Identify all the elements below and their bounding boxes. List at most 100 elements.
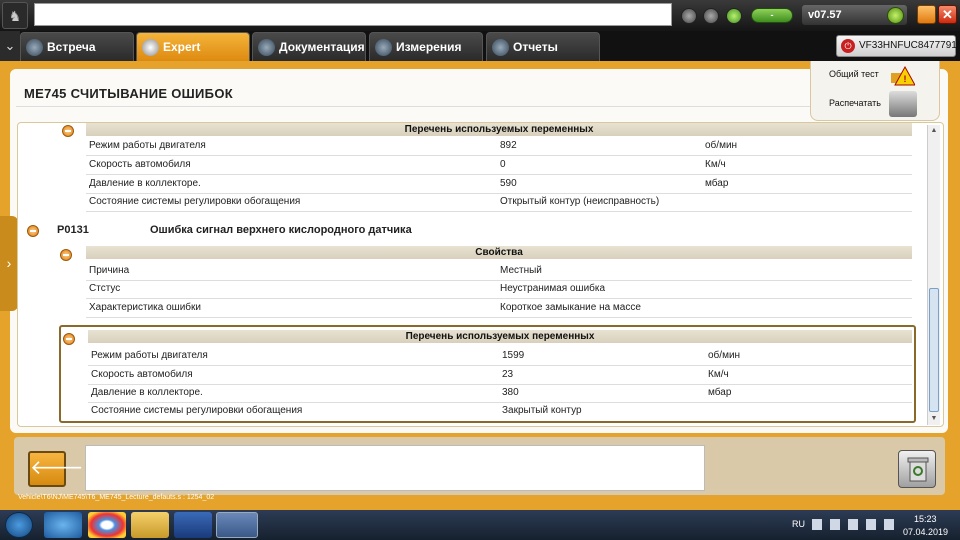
table-row: Давление в коллекторе. 380 мбар — [88, 384, 912, 403]
vertical-scrollbar[interactable]: ▲ ▼ — [927, 125, 940, 425]
internet-explorer-icon[interactable] — [44, 512, 82, 538]
table-row: Состояние системы регулировки обогащения… — [86, 193, 912, 212]
scroll-down-icon[interactable]: ▼ — [928, 413, 940, 425]
network-icon[interactable] — [848, 519, 858, 530]
side-expand-handle[interactable]: › — [0, 216, 18, 311]
waveform-icon — [375, 39, 392, 56]
param-value: 380 — [502, 387, 519, 398]
power-red-icon: ⏻ — [841, 39, 855, 53]
param-name: Состояние системы регулировки обогащения — [89, 196, 301, 207]
tool-panel: Общий тест ! Распечатать — [810, 61, 940, 121]
back-button[interactable]: 🡐 — [28, 451, 84, 487]
tab-label: Отчеты — [513, 40, 558, 54]
printer-icon[interactable] — [889, 91, 917, 117]
param-value: 892 — [500, 140, 517, 151]
peugeot-logo-icon: ♞ — [2, 2, 28, 29]
diagbox-app-icon[interactable] — [216, 512, 258, 538]
collapse-icon[interactable] — [63, 333, 75, 345]
battery-icon[interactable] — [866, 519, 876, 530]
home-round-icon[interactable] — [703, 8, 719, 24]
table-row: Режим работы двигателя 1599 об/мин — [88, 347, 912, 366]
chevron-down-icon[interactable]: ⌄ — [0, 31, 20, 61]
volume-icon[interactable] — [884, 519, 894, 530]
back-round-icon[interactable] — [681, 8, 697, 24]
error-description: Ошибка сигнал верхнего кислородного датч… — [150, 224, 412, 236]
variables-block-1: Перечень используемых переменных Режим р… — [86, 123, 912, 212]
table-row: Режим работы двигателя 892 об/мин — [86, 137, 912, 156]
address-bar[interactable] — [34, 3, 672, 26]
vin-button[interactable]: ⏻ VF33HNFUC84777918 — [836, 35, 960, 57]
collapse-icon[interactable] — [27, 225, 39, 237]
prop-name: Стстус — [89, 283, 121, 294]
param-unit: мбар — [705, 178, 729, 189]
warning-test-icon[interactable]: ! — [891, 65, 915, 87]
recycle-bin-icon[interactable] — [898, 450, 936, 488]
prop-name: Причина — [89, 265, 130, 276]
tab-label: Expert — [163, 40, 201, 54]
power-green-icon[interactable] — [887, 7, 904, 24]
tab-documentation[interactable]: Документация — [252, 32, 366, 61]
chrome-icon[interactable] — [88, 512, 126, 538]
prop-name: Характеристика ошибки — [89, 302, 201, 313]
prop-value: Неустранимая ошибка — [500, 283, 606, 294]
at-sign-icon[interactable] — [726, 8, 742, 24]
tab-label: Измерения — [396, 40, 462, 54]
message-box — [85, 445, 705, 491]
param-unit: мбар — [708, 387, 732, 398]
tray-arrow-icon[interactable] — [812, 519, 822, 530]
param-name: Режим работы двигателя — [91, 350, 208, 361]
param-value: 590 — [500, 178, 517, 189]
status-path: Vehicle\T6\NJ\ME745\T6_ME745_Lecture_def… — [18, 494, 215, 501]
folder-icon[interactable] — [131, 512, 169, 538]
language-indicator[interactable]: RU — [792, 519, 805, 529]
tab-meeting[interactable]: Встреча — [20, 32, 134, 61]
windows-taskbar: RU 15:23 07.04.2019 — [0, 510, 960, 540]
param-value: 0 — [500, 159, 506, 170]
svg-text:!: ! — [904, 74, 907, 84]
print-label[interactable]: Распечатать — [829, 98, 881, 108]
param-unit: об/мин — [705, 140, 738, 151]
scroll-thumb[interactable] — [929, 288, 939, 412]
tab-expert[interactable]: Expert — [136, 32, 250, 61]
page-title: ME745 СЧИТЫВАНИЕ ОШИБОК — [24, 86, 233, 101]
error-code: P0131 — [57, 224, 89, 236]
tab-measurements[interactable]: Измерения — [369, 32, 483, 61]
table-row: Состояние системы регулировки обогащения… — [88, 402, 912, 421]
param-name: Состояние системы регулировки обогащения — [91, 405, 303, 416]
block-header: Свойства — [86, 246, 912, 259]
word-icon[interactable] — [174, 512, 212, 538]
battery-indicator: - — [751, 8, 793, 23]
windows-start-icon[interactable] — [5, 512, 33, 538]
param-name: Скорость автомобиля — [91, 369, 193, 380]
param-value: Открытый контур (неисправность) — [500, 196, 660, 207]
param-name: Давление в коллекторе. — [89, 178, 201, 189]
flag-icon[interactable] — [830, 519, 840, 530]
param-name: Режим работы двигателя — [89, 140, 206, 151]
book-icon — [258, 39, 275, 56]
table-row: Скорость автомобиля 0 Км/ч — [86, 156, 912, 175]
tab-reports[interactable]: Отчеты — [486, 32, 600, 61]
tab-label: Встреча — [47, 40, 96, 54]
collapse-icon[interactable] — [60, 249, 72, 261]
block-header: Перечень используемых переменных — [88, 330, 912, 343]
param-unit: об/мин — [708, 350, 741, 361]
global-test-label[interactable]: Общий тест — [829, 69, 879, 79]
table-row: Давление в коллекторе. 590 мбар — [86, 175, 912, 194]
collapse-icon[interactable] — [62, 125, 74, 137]
minimize-button[interactable] — [917, 5, 936, 24]
variables-block-2: Перечень используемых переменных Режим р… — [88, 330, 912, 420]
param-name: Скорость автомобиля — [89, 159, 191, 170]
table-row: Скорость автомобиля 23 Км/ч — [88, 366, 912, 385]
clock-time[interactable]: 15:23 — [914, 514, 937, 524]
scroll-up-icon[interactable]: ▲ — [928, 125, 940, 137]
block-header: Перечень используемых переменных — [86, 123, 912, 136]
close-button[interactable]: ✕ — [938, 5, 957, 24]
table-row: Стстус Неустранимая ошибка — [86, 280, 912, 299]
param-unit: Км/ч — [705, 159, 726, 170]
properties-block: Свойства Причина Местный Стстус Неустран… — [86, 246, 912, 320]
prop-value: Короткое замыкание на массе — [500, 302, 641, 313]
clock-date[interactable]: 07.04.2019 — [903, 527, 948, 537]
table-row: Характеристика ошибки Короткое замыкание… — [86, 299, 912, 318]
title-divider — [16, 106, 810, 107]
tab-label: Документация — [279, 40, 365, 54]
